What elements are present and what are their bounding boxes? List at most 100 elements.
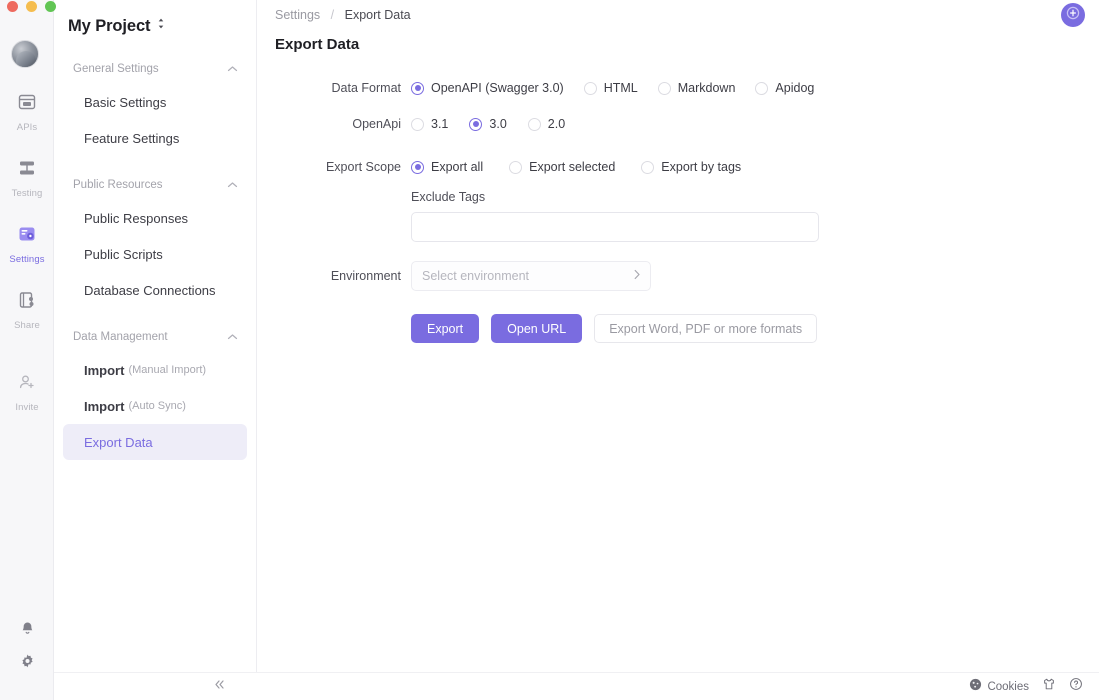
form-row-data-format: Data Format OpenAPI (Swagger 3.0) HTML M…	[257, 73, 1099, 103]
rail-item-settings[interactable]: Settings	[0, 214, 54, 274]
sidebar-item-feature-settings[interactable]: Feature Settings	[63, 120, 247, 156]
sidebar-item-public-scripts[interactable]: Public Scripts	[63, 236, 247, 272]
breadcrumb-current: Export Data	[344, 8, 411, 22]
chevron-up-icon	[227, 328, 238, 346]
icon-rail: APIs Testing Settings Share Invite	[0, 0, 54, 700]
rail-item-share[interactable]: Share	[0, 280, 54, 340]
rail-item-label: Settings	[9, 254, 45, 265]
sidebar-item-export-data[interactable]: Export Data	[63, 424, 247, 460]
testing-icon	[0, 157, 54, 179]
export-button[interactable]: Export	[411, 314, 480, 343]
project-name: My Project	[68, 16, 151, 35]
radio-export-all[interactable]: Export all	[411, 152, 483, 182]
radio-html[interactable]: HTML	[583, 73, 638, 103]
rail-item-label: Share	[14, 320, 40, 331]
radio-openapi-20[interactable]: 2.0	[527, 109, 566, 139]
user-avatar[interactable]	[11, 40, 39, 68]
radio-label: 3.0	[489, 117, 507, 131]
form-row-exclude-tags-label: Exclude Tags	[257, 190, 1099, 204]
rail-bottom-actions	[0, 609, 54, 686]
invite-icon	[0, 371, 54, 393]
radio-dot-icon	[527, 117, 541, 131]
more-formats-button[interactable]: Export Word, PDF or more formats	[594, 314, 818, 343]
radio-markdown[interactable]: Markdown	[657, 73, 736, 103]
radio-openapi-swagger-30[interactable]: OpenAPI (Swagger 3.0)	[411, 73, 564, 103]
radio-apidog[interactable]: Apidog	[755, 73, 814, 103]
radio-label: 2.0	[547, 117, 566, 131]
sidebar-group-general-settings[interactable]: General Settings	[54, 54, 256, 84]
radio-label: Markdown	[677, 81, 736, 95]
radio-dot-icon	[583, 81, 597, 95]
sidebar-item-basic-settings[interactable]: Basic Settings	[63, 84, 247, 120]
form-row-exclude-tags-input	[257, 212, 1099, 242]
breadcrumb: Settings / Export Data	[257, 0, 1099, 22]
form-row-actions: Export Open URL Export Word, PDF or more…	[257, 314, 1099, 343]
radio-dot-icon	[411, 81, 424, 95]
chevron-right-icon	[633, 269, 641, 283]
refresh-circle-avatar-icon	[1066, 6, 1080, 25]
breadcrumb-root[interactable]: Settings	[275, 8, 320, 22]
environment-select[interactable]: Select environment	[411, 261, 651, 291]
project-switcher[interactable]: My Project	[54, 0, 256, 40]
rail-item-apis[interactable]: APIs	[0, 82, 54, 142]
data-format-radio-group: OpenAPI (Swagger 3.0) HTML Markdown Apid…	[411, 73, 814, 103]
form-row-environment: Environment Select environment	[257, 261, 1099, 291]
share-icon	[0, 289, 54, 311]
environment-label: Environment	[330, 269, 401, 283]
sidebar-item-import-manual[interactable]: Import (Manual Import)	[63, 352, 247, 388]
radio-dot-icon	[509, 160, 523, 174]
sidebar-item-public-responses[interactable]: Public Responses	[63, 200, 247, 236]
rail-item-label: Invite	[15, 402, 39, 413]
rail-item-testing[interactable]: Testing	[0, 148, 54, 208]
form-row-openapi-version: OpenApi 3.1 3.0 2.0	[257, 109, 1099, 139]
sidebar-item-database-connections[interactable]: Database Connections	[63, 272, 247, 308]
sidebar-group-public-resources[interactable]: Public Resources	[54, 170, 256, 200]
bottom-bar-actions: Cookies	[969, 677, 1083, 696]
account-avatar-button[interactable]	[1061, 3, 1085, 27]
form-row-export-scope: Export Scope Export all Export selected	[257, 152, 1099, 182]
cookie-icon	[969, 678, 982, 696]
radio-dot-icon	[755, 81, 769, 95]
sidebar-item-label: Export Data	[84, 434, 153, 450]
radio-label: Export selected	[529, 160, 616, 174]
help-circle-button[interactable]	[1069, 677, 1083, 696]
radio-dot-icon	[411, 160, 424, 174]
window-traffic-lights	[7, 1, 56, 12]
settings-sidebar: My Project General Settings Basic Settin…	[54, 0, 257, 700]
chevron-up-down-icon	[156, 17, 166, 35]
app-window: APIs Testing Settings Share Invite My Pr…	[0, 0, 1099, 700]
cookies-button[interactable]: Cookies	[969, 678, 1029, 696]
radio-export-by-tags[interactable]: Export by tags	[641, 152, 741, 182]
breadcrumb-separator: /	[330, 8, 335, 22]
apis-icon	[0, 91, 54, 113]
sidebar-item-label: Basic Settings	[84, 94, 167, 110]
export-form: Data Format OpenAPI (Swagger 3.0) HTML M…	[257, 73, 1099, 343]
radio-dot-icon	[657, 81, 671, 95]
chevron-up-icon	[227, 60, 238, 78]
sidebar-item-label: Database Connections	[84, 282, 216, 298]
environment-select-value: Select environment	[422, 269, 530, 283]
minimize-window-button[interactable]	[26, 1, 37, 12]
sidebar-group-data-management[interactable]: Data Management	[54, 322, 256, 352]
radio-openapi-31[interactable]: 3.1	[411, 109, 448, 139]
collapse-sidebar-button[interactable]	[208, 676, 230, 696]
rail-item-label: Testing	[11, 188, 43, 199]
close-window-button[interactable]	[7, 1, 18, 12]
open-url-button[interactable]: Open URL	[491, 314, 583, 343]
rail-nav: APIs Testing Settings Share Invite	[0, 82, 54, 428]
radio-dot-icon	[641, 160, 655, 174]
export-scope-radio-group: Export all Export selected Export by tag…	[411, 152, 741, 182]
swag-shirt-button[interactable]	[1042, 677, 1056, 696]
sidebar-item-sublabel: (Auto Sync)	[128, 400, 186, 412]
gear-icon[interactable]	[0, 653, 54, 675]
maximize-window-button[interactable]	[45, 1, 56, 12]
radio-openapi-30[interactable]: 3.0	[469, 109, 507, 139]
radio-dot-icon	[469, 117, 483, 131]
radio-export-selected[interactable]: Export selected	[509, 152, 615, 182]
bell-icon[interactable]	[0, 620, 54, 642]
sidebar-item-import-auto-sync[interactable]: Import (Auto Sync)	[63, 388, 247, 424]
rail-item-invite[interactable]: Invite	[0, 362, 54, 422]
radio-label: HTML	[603, 81, 638, 95]
exclude-tags-input[interactable]	[411, 212, 819, 242]
main-content: Settings / Export Data Export Data Data …	[257, 0, 1099, 700]
